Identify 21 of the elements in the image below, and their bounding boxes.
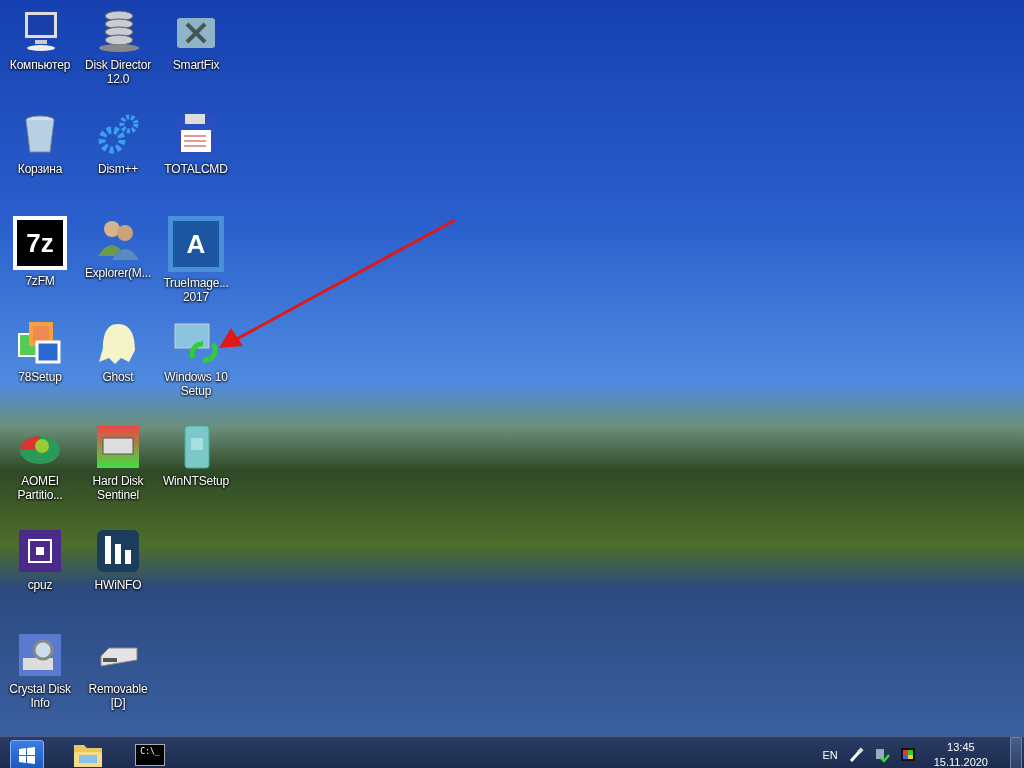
desktop-icon-label[interactable]: Crystal Disk Info [0,682,80,710]
desktop-icon-label[interactable]: Disk Director 12.0 [78,58,158,86]
desktop-icon-label[interactable]: AOMEI Partitio... [0,474,80,502]
clock-date[interactable]: 15.11.2020 [933,755,988,768]
language-indicator[interactable]: EN [822,749,838,761]
desktop-icon-label[interactable]: Explorer(M... [78,266,158,280]
desktop-icon-label[interactable]: Hard Disk Sentinel [78,474,158,502]
desktop-icon-label[interactable]: Компьютер [0,58,80,72]
desktop-icon-label[interactable]: 7zFM [0,274,80,288]
desktop-icon-label[interactable]: cpuz [0,578,80,592]
desktop-icon-label[interactable]: WinNTSetup [156,474,236,488]
desktop-icon-label[interactable]: Корзина [0,162,80,176]
desktop-icon-label[interactable]: TOTALCMD [156,162,236,176]
desktop-icon-label[interactable]: HWiNFO [78,578,158,592]
desktop-icon-label[interactable]: TrueImage... 2017 [156,276,236,304]
clock-time[interactable]: 13:45 [947,740,975,755]
desktop-icon-label[interactable]: SmartFix [156,58,236,72]
desktop-icon-label[interactable]: Dism++ [78,162,158,176]
archive-logo-icon: 7z [13,216,67,270]
desktop-icon-label[interactable]: Removable [D] [78,682,158,710]
letter-logo-icon: A [168,216,224,272]
